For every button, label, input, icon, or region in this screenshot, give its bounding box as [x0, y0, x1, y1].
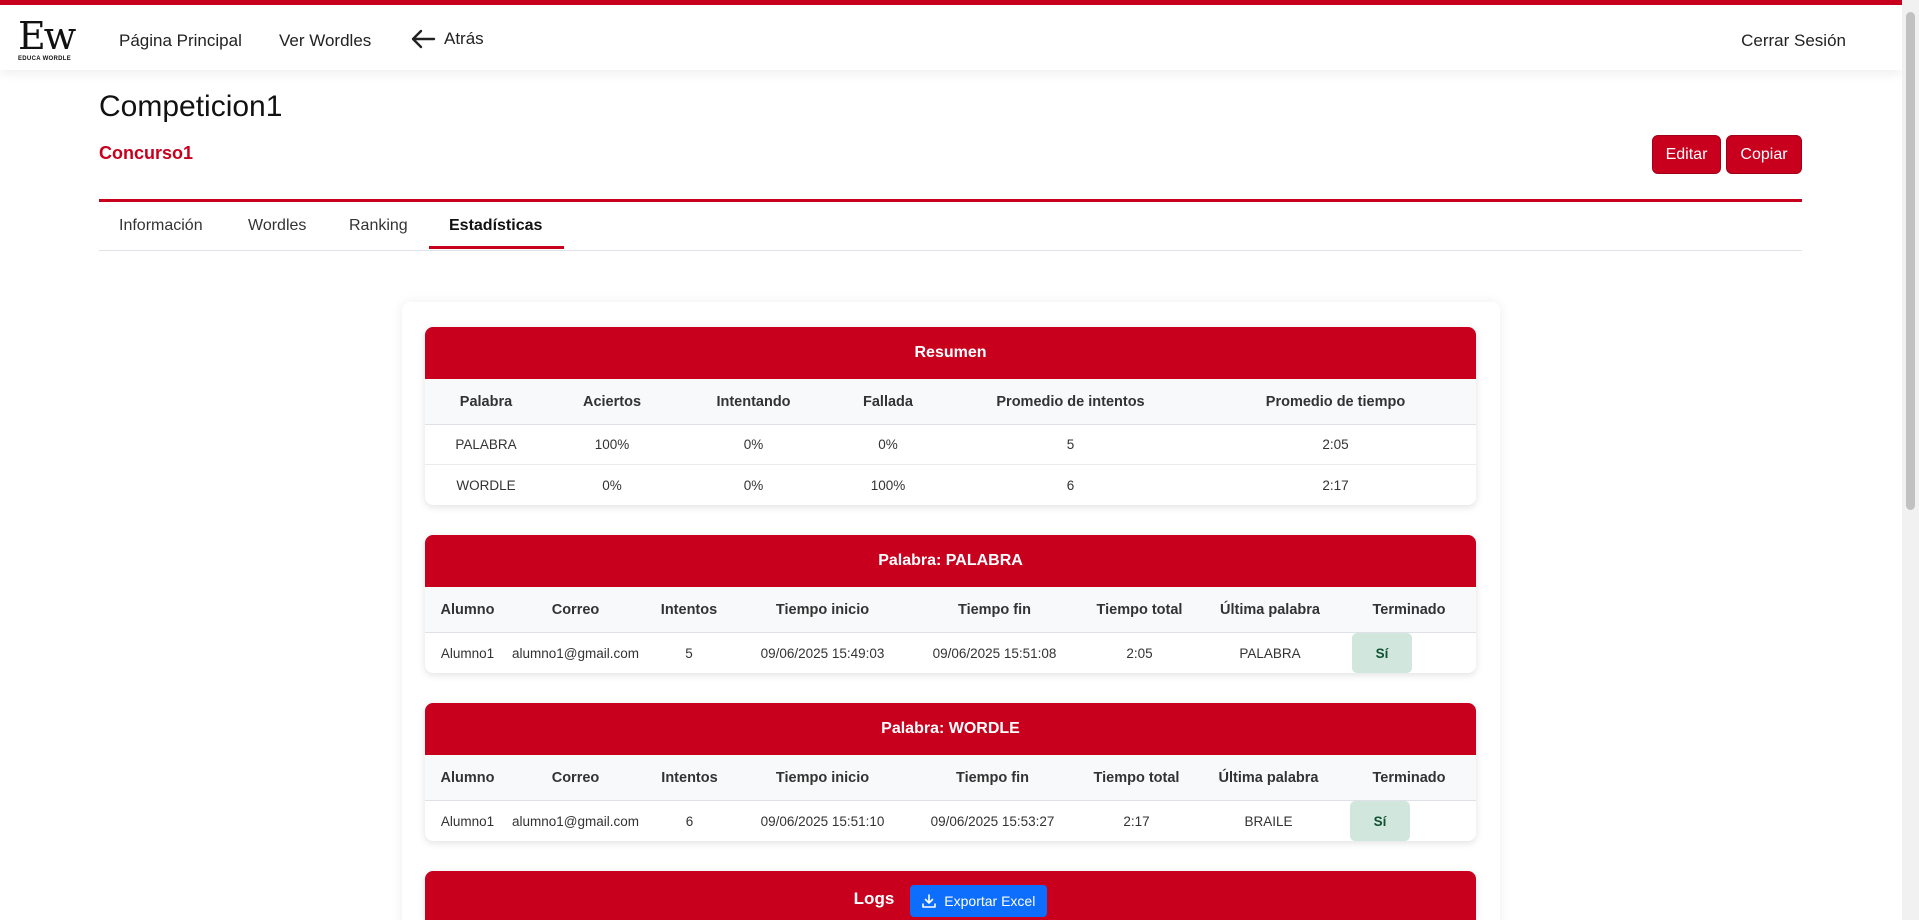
table-row: WORDLE 0% 0% 100% 6 2:17: [425, 465, 1476, 505]
export-excel-label: Exportar Excel: [944, 893, 1036, 909]
table-cell: 5: [685, 645, 693, 661]
table-cell: 0%: [743, 437, 764, 452]
logout-link[interactable]: Cerrar Sesión: [1741, 31, 1846, 51]
summary-table: Resumen Palabra Aciertos Intentando Fall…: [425, 327, 1476, 505]
logo-text: Ew: [18, 14, 76, 58]
logs-header: Logs Exportar Excel: [425, 871, 1476, 920]
logs-section: Logs Exportar Excel: [425, 871, 1476, 920]
word-table-title: Palabra: WORDLE: [425, 703, 1476, 755]
table-cell: 09/06/2025 15:49:03: [760, 645, 885, 661]
word-header-row: Alumno Correo Intentos Tiempo inicio Tie…: [425, 587, 1476, 633]
column-header: Alumno: [440, 601, 495, 618]
table-cell: 09/06/2025 15:51:10: [760, 813, 885, 829]
column-header: Última palabra: [1218, 769, 1319, 786]
tab-wordles[interactable]: Wordles: [248, 217, 306, 235]
page-title: Competicion1: [99, 90, 283, 123]
table-cell: 0%: [743, 477, 764, 493]
column-header: Tiempo fin: [957, 601, 1032, 618]
column-header: Tiempo total: [1093, 769, 1180, 786]
competition-subtitle: Concurso1: [99, 143, 194, 163]
table-row: Alumno1 alumno1@gmail.com 6 09/06/2025 1…: [425, 801, 1476, 841]
column-header: Correo: [551, 769, 600, 786]
table-cell: Alumno1: [440, 645, 495, 661]
finished-cell: Sí: [1342, 633, 1476, 673]
table-cell: 0%: [602, 477, 622, 493]
table-row: Alumno1 alumno1@gmail.com 5 09/06/2025 1…: [425, 633, 1476, 673]
nav-home-link[interactable]: Página Principal: [119, 31, 242, 51]
column-header: Tiempo fin: [955, 769, 1030, 786]
column-header: Última palabra: [1220, 601, 1320, 618]
tab-bar: Información Wordles Ranking Estadísticas: [99, 203, 1802, 251]
word-table-title: Palabra: PALABRA: [425, 535, 1476, 587]
column-header: Terminado: [1372, 769, 1446, 786]
header-divider: [99, 199, 1802, 202]
table-cell: 2:17: [1123, 813, 1150, 829]
table-cell: 100%: [594, 437, 630, 452]
table-cell: Alumno1: [440, 813, 495, 829]
export-excel-button[interactable]: Exportar Excel: [910, 885, 1048, 917]
column-header: Alumno: [440, 769, 495, 786]
column-header: Palabra: [459, 393, 513, 410]
logo-subtext: EDUCA WORDLE: [18, 56, 72, 62]
word-table-palabra: Palabra: PALABRA Alumno Correo Intentos …: [425, 535, 1476, 673]
table-row: PALABRA 100% 0% 0% 5 2:05: [425, 425, 1476, 465]
column-header: Tiempo inicio: [775, 769, 870, 786]
table-cell: 100%: [870, 477, 906, 493]
column-header: Tiempo inicio: [775, 601, 870, 618]
table-cell: 0%: [878, 437, 898, 452]
copy-button[interactable]: Copiar: [1726, 135, 1802, 174]
table-cell: PALABRA: [1239, 645, 1301, 661]
nav-wordles-link[interactable]: Ver Wordles: [279, 31, 371, 51]
navbar: Ew EDUCA WORDLE Página Principal Ver Wor…: [0, 5, 1902, 70]
column-header: Promedio de intentos: [996, 393, 1145, 410]
column-header: Terminado: [1372, 601, 1446, 618]
summary-title: Resumen: [425, 327, 1476, 379]
column-header: Tiempo total: [1096, 601, 1183, 618]
nav-back-label: Atrás: [444, 29, 484, 48]
table-cell: 6: [1066, 477, 1075, 493]
table-cell: 6: [685, 813, 694, 829]
brand-logo[interactable]: Ew EDUCA WORDLE: [18, 17, 80, 67]
logs-title: Logs: [853, 889, 895, 908]
column-header: Fallada: [863, 393, 913, 410]
arrow-left-icon: [411, 29, 436, 49]
nav-back-link[interactable]: Atrás: [410, 29, 484, 49]
tab-estadisticas[interactable]: Estadísticas: [449, 217, 542, 235]
word-table-wordle: Palabra: WORDLE Alumno Correo Intentos T…: [425, 703, 1476, 841]
table-cell: 09/06/2025 15:53:27: [930, 813, 1055, 829]
table-cell: WORDLE: [456, 477, 516, 493]
status-badge: Sí: [1350, 801, 1410, 841]
table-cell: 2:17: [1322, 477, 1349, 493]
summary-header-row: Palabra Aciertos Intentando Fallada Prom…: [425, 379, 1476, 425]
tab-informacion[interactable]: Información: [119, 217, 203, 235]
page-scrollbar[interactable]: [1902, 0, 1919, 920]
column-header: Intentos: [660, 601, 718, 618]
table-cell: 5: [1066, 437, 1075, 452]
column-header: Intentando: [716, 393, 791, 410]
active-tab-indicator: [429, 246, 564, 249]
column-header: Intentos: [661, 769, 718, 786]
column-header: Aciertos: [582, 393, 642, 410]
table-cell: 2:05: [1126, 645, 1153, 661]
word-header-row: Alumno Correo Intentos Tiempo inicio Tie…: [425, 755, 1476, 801]
scrollbar-thumb[interactable]: [1906, 12, 1915, 510]
column-header: Correo: [551, 601, 600, 618]
table-cell: alumno1@gmail.com: [511, 645, 639, 661]
edit-button[interactable]: Editar: [1652, 135, 1721, 174]
status-badge: Sí: [1352, 633, 1412, 673]
download-icon: [922, 894, 937, 908]
table-cell: PALABRA: [455, 437, 517, 452]
table-cell: alumno1@gmail.com: [511, 813, 639, 829]
table-cell: 09/06/2025 15:51:08: [932, 645, 1057, 661]
column-header: Promedio de tiempo: [1265, 393, 1406, 410]
tab-ranking[interactable]: Ranking: [349, 217, 408, 235]
table-cell: 2:05: [1322, 437, 1349, 452]
table-cell: BRAILE: [1244, 813, 1293, 829]
finished-cell: Sí: [1342, 801, 1476, 841]
